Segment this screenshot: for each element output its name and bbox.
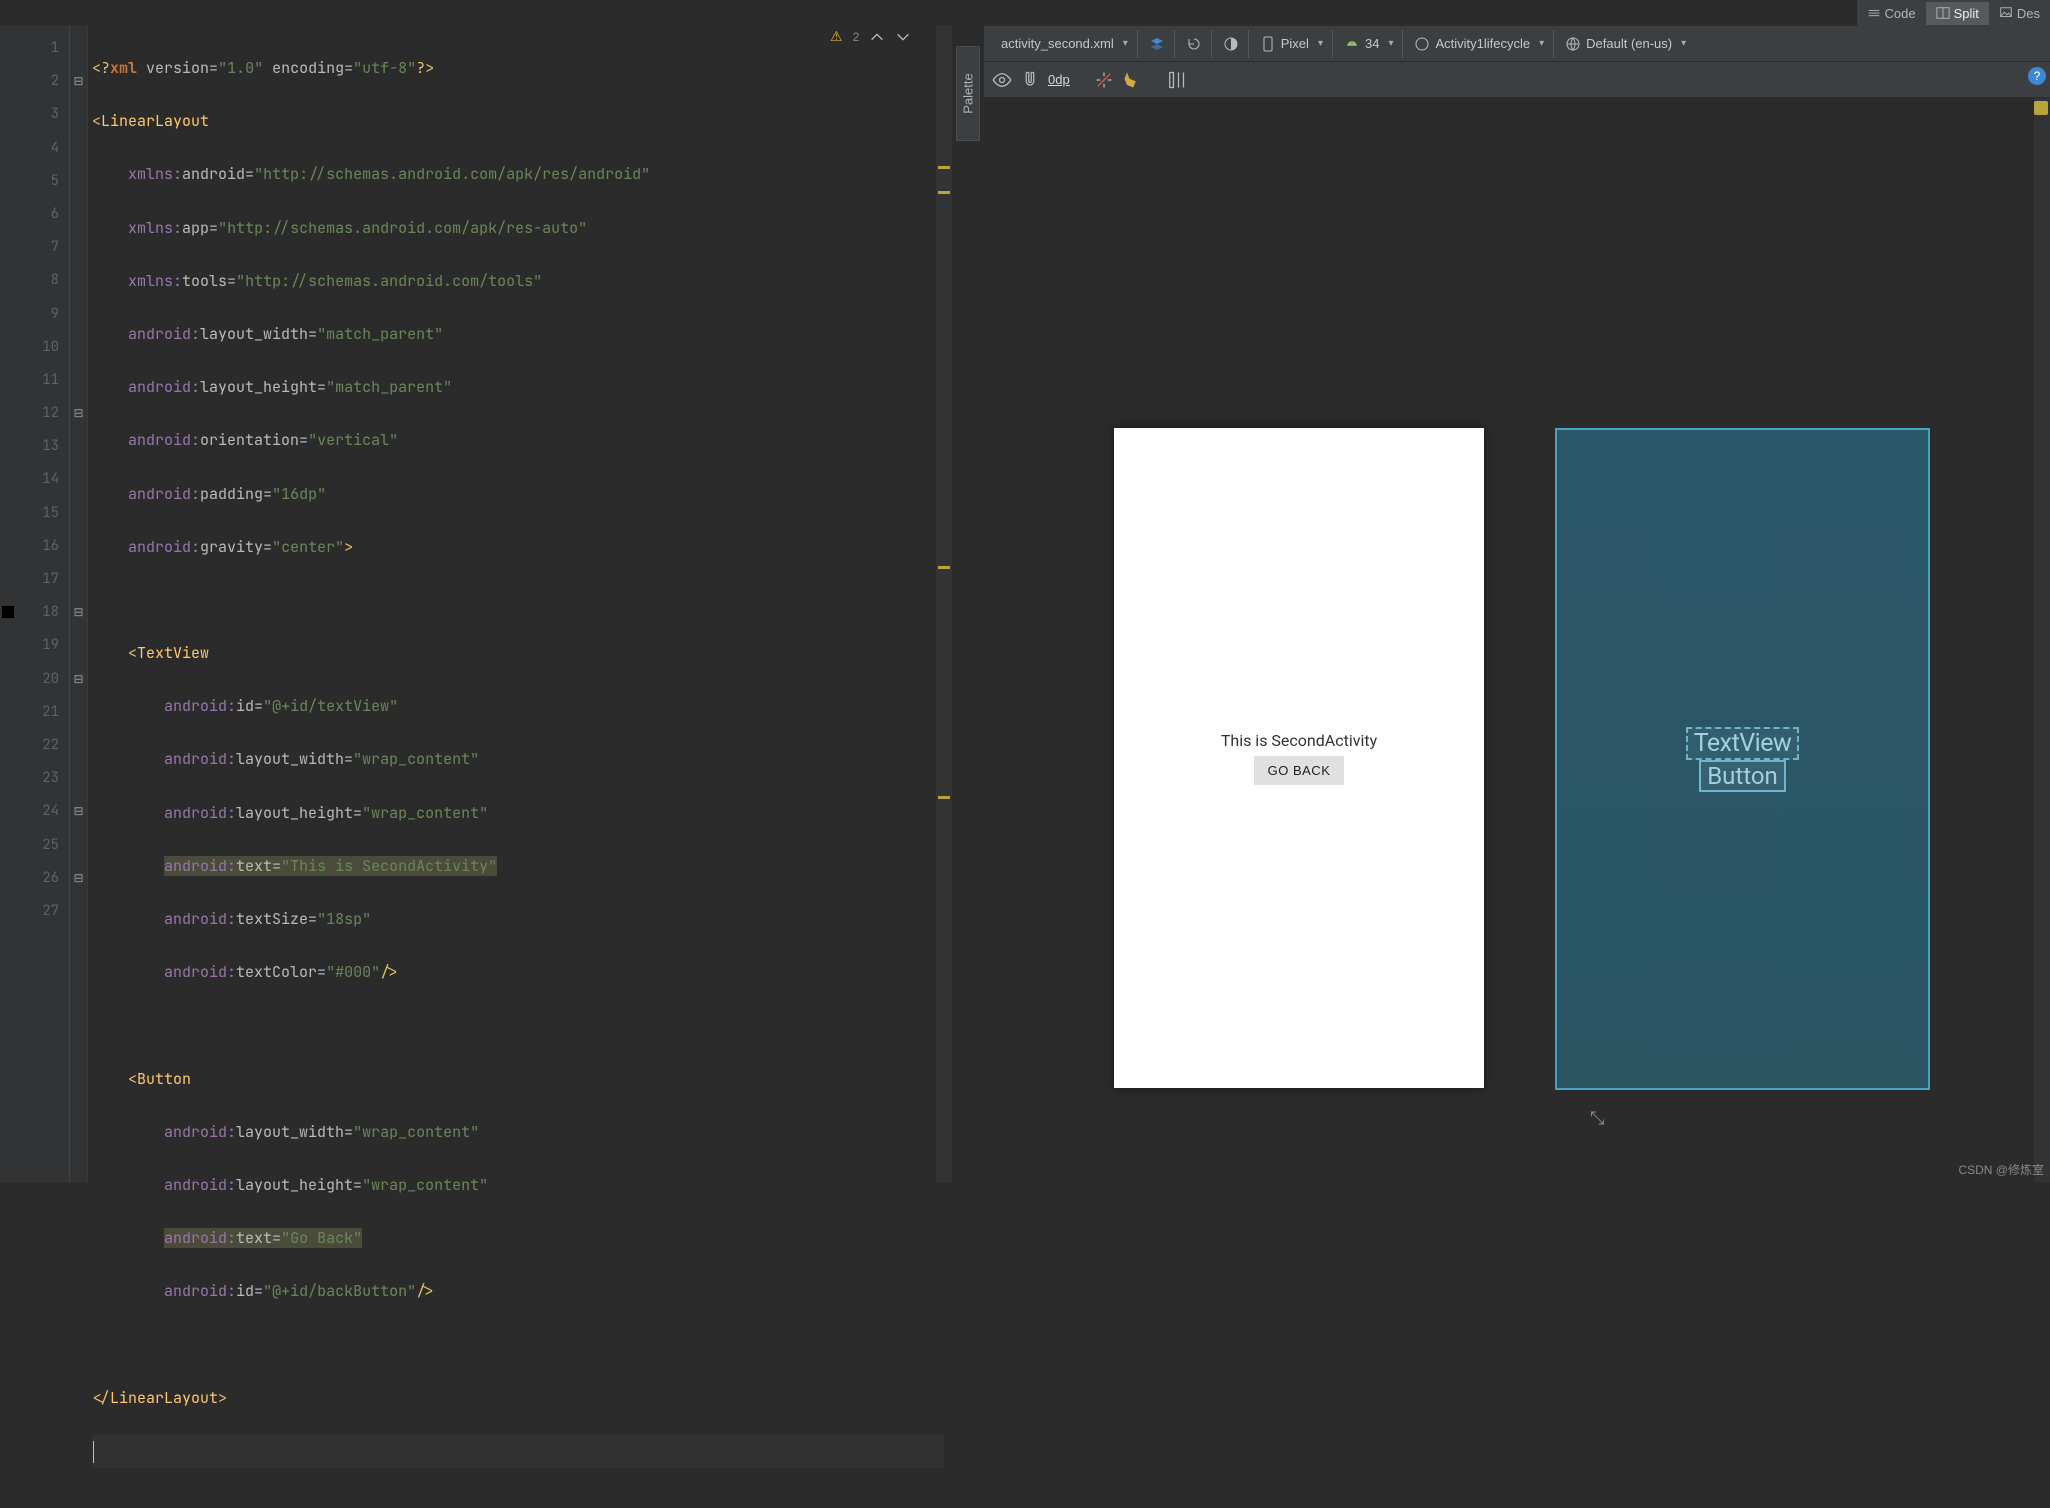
fold-toggle[interactable]: ⊟ xyxy=(70,65,87,98)
text-caret xyxy=(93,1441,94,1463)
api-label: 34 xyxy=(1365,36,1379,51)
chevron-down-icon: ▾ xyxy=(1123,38,1128,49)
android-icon xyxy=(1344,36,1360,52)
design-toolbar: activity_second.xml ▾ Pixel ▾ 34 ▾ Act xyxy=(984,26,2050,62)
warning-marker[interactable] xyxy=(938,191,950,194)
warning-marker[interactable] xyxy=(938,166,950,169)
tab-code-label: Code xyxy=(1885,6,1916,21)
theme-dropdown[interactable]: Activity1lifecycle ▾ xyxy=(1405,30,1554,58)
blueprint-textview[interactable]: TextView xyxy=(1686,727,1800,760)
fold-toggle[interactable]: ⊟ xyxy=(70,397,87,430)
default-margin[interactable]: 0dp xyxy=(1048,72,1070,87)
view-mode-tabs: Code Split Des xyxy=(1857,0,2050,26)
design-icon xyxy=(1999,6,2013,20)
phone-icon xyxy=(1260,36,1276,52)
chevron-down-icon: ▾ xyxy=(1318,38,1323,49)
theme-icon xyxy=(1414,36,1430,52)
fold-toggle[interactable]: ⊟ xyxy=(70,663,87,696)
infer-constraints-icon[interactable] xyxy=(1122,70,1142,90)
warning-indicator-icon[interactable] xyxy=(2034,101,2048,115)
marker-gutter xyxy=(0,26,20,1182)
resize-grip-icon[interactable]: ⤡ xyxy=(1590,1108,1610,1128)
next-highlight[interactable] xyxy=(895,29,911,45)
code-editor: 123 456 789 101112 131415 161718 192021 … xyxy=(0,26,952,1182)
blueprint-preview[interactable]: TextView Button xyxy=(1555,428,1930,1090)
blueprint-button[interactable]: Button xyxy=(1699,760,1786,792)
prev-highlight[interactable] xyxy=(869,29,885,45)
palette-tab[interactable]: Palette xyxy=(956,46,980,141)
api-dropdown[interactable]: 34 ▾ xyxy=(1335,30,1404,58)
watermark: CSDN @修炼室 xyxy=(1958,1161,2044,1178)
locale-dropdown[interactable]: Default (en-us) ▾ xyxy=(1556,30,1695,58)
guidelines-icon[interactable] xyxy=(1166,70,1186,90)
help-icon[interactable]: ? xyxy=(2028,67,2046,85)
color-swatch-black[interactable] xyxy=(2,606,14,618)
layers-icon xyxy=(1149,36,1165,52)
preview-textview[interactable]: This is SecondActivity xyxy=(1221,731,1377,750)
eye-icon[interactable] xyxy=(992,70,1012,90)
warning-marker[interactable] xyxy=(938,566,950,569)
chevron-down-icon: ▾ xyxy=(1681,38,1686,49)
locale-label: Default (en-us) xyxy=(1586,36,1672,51)
layout-file-dropdown[interactable]: activity_second.xml ▾ xyxy=(992,30,1138,58)
design-canvas: This is SecondActivity GO BACK TextView … xyxy=(984,98,2050,1182)
fold-close[interactable]: ⊟ xyxy=(70,795,87,828)
tab-design-label: Des xyxy=(2017,6,2040,21)
tab-split-label: Split xyxy=(1954,6,1979,21)
preview-button[interactable]: GO BACK xyxy=(1254,756,1345,785)
layout-file-label: activity_second.xml xyxy=(1001,36,1114,51)
design-overview-ruler xyxy=(2034,98,2050,1182)
clear-constraints-icon[interactable] xyxy=(1094,70,1114,90)
magnet-icon[interactable] xyxy=(1020,70,1040,90)
warning-icon: ⚠ xyxy=(830,28,843,45)
warning-count: 2 xyxy=(853,30,860,44)
fold-close[interactable]: ⊟ xyxy=(70,862,87,895)
tab-code[interactable]: Code xyxy=(1857,2,1926,25)
tab-design[interactable]: Des xyxy=(1989,2,2050,25)
fold-gutter: ⊟ ⊟ ⊟ ⊟ ⊟ ⊟ xyxy=(70,26,88,1182)
code-icon xyxy=(1867,6,1881,20)
split-icon xyxy=(1936,6,1950,20)
palette-label: Palette xyxy=(961,73,976,113)
design-surface-dropdown[interactable] xyxy=(1140,30,1175,58)
device-dropdown[interactable]: Pixel ▾ xyxy=(1251,30,1333,58)
orientation-dropdown[interactable] xyxy=(1177,30,1212,58)
editor-overview-ruler[interactable] xyxy=(936,26,952,1182)
chevron-down-icon: ▾ xyxy=(1539,38,1544,49)
rotate-icon xyxy=(1186,36,1202,52)
warning-marker[interactable] xyxy=(938,796,950,799)
design-subtoolbar: 0dp xyxy=(984,62,2050,98)
globe-icon xyxy=(1565,36,1581,52)
code-area[interactable]: <?xml version="1.0" encoding="utf-8"?> <… xyxy=(88,26,952,1182)
theme-label: Activity1lifecycle xyxy=(1435,36,1530,51)
half-circle-icon xyxy=(1223,36,1239,52)
line-number-gutter: 123 456 789 101112 131415 161718 192021 … xyxy=(20,26,70,1182)
tab-split[interactable]: Split xyxy=(1926,2,1989,25)
editor-inspections: ⚠ 2 xyxy=(830,28,911,45)
fold-close[interactable]: ⊟ xyxy=(70,596,87,629)
device-label: Pixel xyxy=(1281,36,1309,51)
chevron-down-icon: ▾ xyxy=(1388,38,1393,49)
device-preview[interactable]: This is SecondActivity GO BACK xyxy=(1114,428,1484,1088)
night-mode-dropdown[interactable] xyxy=(1214,30,1249,58)
